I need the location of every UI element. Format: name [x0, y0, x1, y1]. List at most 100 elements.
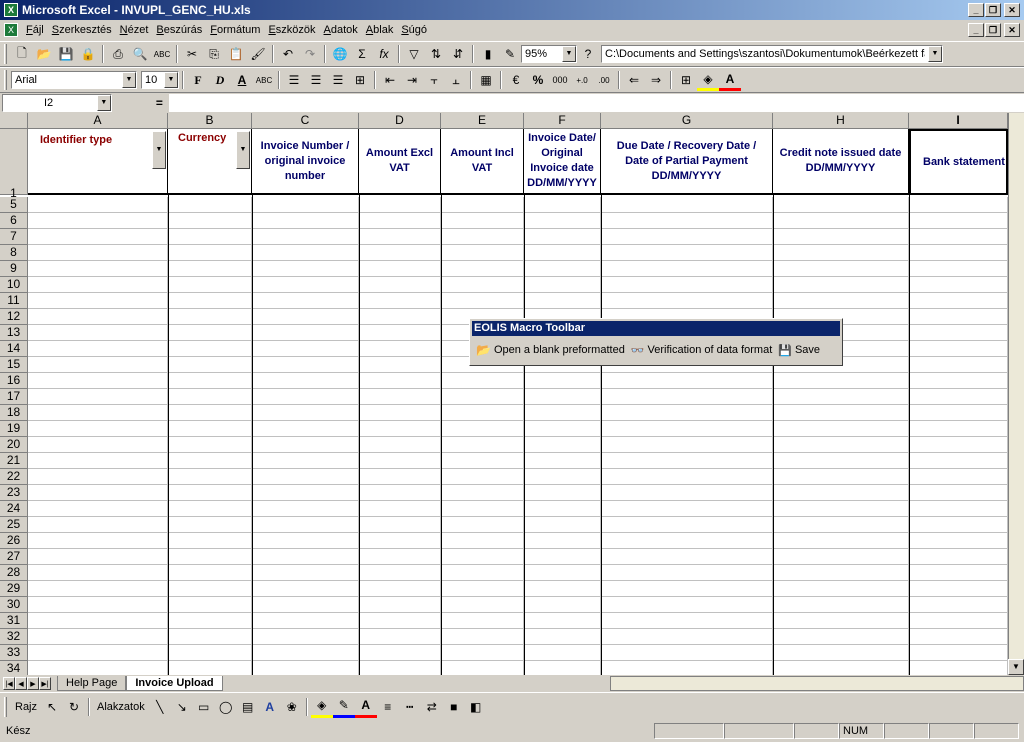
grid-cell[interactable] — [252, 309, 359, 325]
grid-cell[interactable] — [359, 421, 441, 437]
percent-button[interactable]: % — [527, 69, 549, 91]
grid-cell[interactable] — [773, 421, 909, 437]
row-header[interactable]: 7 — [0, 229, 28, 245]
grid-cell[interactable] — [909, 661, 1008, 675]
row-header[interactable]: 33 — [0, 645, 28, 661]
insert-cells-icon[interactable]: ⫟ — [423, 69, 445, 91]
grid-cell[interactable] — [773, 597, 909, 613]
grid-cell[interactable] — [909, 549, 1008, 565]
row-header-1[interactable]: 1 — [0, 129, 28, 200]
menu-tools[interactable]: Eszközök — [264, 24, 319, 36]
row-header[interactable]: 17 — [0, 389, 28, 405]
grid-cell[interactable] — [524, 533, 601, 549]
cut-icon[interactable]: ✂ — [181, 43, 203, 65]
grid-cell[interactable] — [601, 373, 773, 389]
sort-az-icon[interactable]: ⇅ — [425, 43, 447, 65]
grid-cell[interactable] — [168, 485, 252, 501]
grid-cell[interactable] — [909, 405, 1008, 421]
grid-cell[interactable] — [524, 213, 601, 229]
grid-cell[interactable] — [441, 581, 524, 597]
grid-cell[interactable] — [252, 661, 359, 675]
filter-icon[interactable]: ▽ — [403, 43, 425, 65]
save-icon[interactable]: 💾 — [55, 43, 77, 65]
header-credit-note-date[interactable]: Credit note issued date DD/MM/YYYY — [773, 129, 909, 195]
zoom-select[interactable]: 95% ▼ — [521, 45, 577, 63]
grid-cell[interactable] — [773, 229, 909, 245]
row-header[interactable]: 32 — [0, 629, 28, 645]
indent-right-icon[interactable]: ⇥ — [401, 69, 423, 91]
row-header[interactable]: 13 — [0, 325, 28, 341]
grid-cell[interactable] — [601, 229, 773, 245]
grid-cell[interactable] — [524, 437, 601, 453]
grid-cell[interactable] — [28, 597, 168, 613]
grid-cell[interactable] — [601, 277, 773, 293]
header-invoice-date[interactable]: Invoice Date/ Original Invoice date DD/M… — [524, 129, 601, 195]
grid-cell[interactable] — [909, 469, 1008, 485]
grid-cell[interactable] — [28, 261, 168, 277]
row-header[interactable]: 34 — [0, 661, 28, 675]
chevron-down-icon[interactable]: ▼ — [152, 131, 166, 169]
horizontal-scrollbar[interactable] — [610, 676, 1024, 691]
grid-cell[interactable] — [909, 245, 1008, 261]
grid-cell[interactable] — [441, 293, 524, 309]
header-amount-incl-vat[interactable]: Amount Incl VAT — [441, 129, 524, 195]
row-header[interactable]: 22 — [0, 469, 28, 485]
row-header[interactable]: 10 — [0, 277, 28, 293]
grid-cell[interactable] — [441, 485, 524, 501]
grid-cell[interactable] — [359, 293, 441, 309]
grid-cell[interactable] — [524, 245, 601, 261]
print-preview-icon[interactable]: 🔍 — [129, 43, 151, 65]
grid-cell[interactable] — [773, 581, 909, 597]
header-bank-statement[interactable]: Bank statement — [909, 129, 1008, 195]
grid-cell[interactable] — [909, 229, 1008, 245]
grid-cell[interactable] — [441, 565, 524, 581]
menu-help[interactable]: Súgó — [397, 24, 431, 36]
grid-cell[interactable] — [773, 517, 909, 533]
select-all-corner[interactable] — [0, 113, 28, 129]
row-header[interactable]: 8 — [0, 245, 28, 261]
grid-cell[interactable] — [773, 469, 909, 485]
grid-cell[interactable] — [252, 389, 359, 405]
grid-cell[interactable] — [28, 485, 168, 501]
grid-cell[interactable] — [909, 421, 1008, 437]
rotate-icon[interactable]: ↻ — [63, 696, 85, 718]
grid-cell[interactable] — [168, 517, 252, 533]
decrease-indent-icon[interactable]: ⇐ — [623, 69, 645, 91]
grid-cell[interactable] — [252, 293, 359, 309]
row-header[interactable]: 18 — [0, 405, 28, 421]
grid-cell[interactable] — [524, 421, 601, 437]
merge-center-icon[interactable]: ⊞ — [349, 69, 371, 91]
redo-icon[interactable]: ↷ — [299, 43, 321, 65]
borders-icon[interactable]: ⊞ — [675, 69, 697, 91]
grid-cell[interactable] — [359, 453, 441, 469]
grid-cell[interactable] — [524, 373, 601, 389]
spelling-small-icon[interactable]: ABC — [253, 69, 275, 91]
macro-save-button[interactable]: 💾 Save — [778, 344, 820, 357]
row-header[interactable]: 25 — [0, 517, 28, 533]
grid-cell[interactable] — [773, 629, 909, 645]
grid-cell[interactable] — [28, 213, 168, 229]
scroll-down-button[interactable]: ▼ — [1008, 659, 1024, 675]
copy-icon[interactable]: ⎘ — [203, 43, 225, 65]
drawing-icon[interactable]: ✎ — [499, 43, 521, 65]
rectangle-icon[interactable]: ▭ — [193, 696, 215, 718]
grid-cell[interactable] — [168, 581, 252, 597]
grid-cell[interactable] — [252, 613, 359, 629]
arrow-style-icon[interactable]: ⇄ — [421, 696, 443, 718]
grid-cell[interactable] — [359, 469, 441, 485]
grid-cell[interactable] — [359, 341, 441, 357]
macro-toolbar-title[interactable]: EOLIS Macro Toolbar — [472, 321, 840, 336]
row-header[interactable]: 5 — [0, 197, 28, 213]
chevron-down-icon[interactable]: ▼ — [562, 46, 576, 62]
column-header-c[interactable]: C — [252, 113, 359, 129]
grid-cell[interactable] — [359, 597, 441, 613]
row-header[interactable]: 23 — [0, 485, 28, 501]
grid-cell[interactable] — [909, 261, 1008, 277]
grid-cell[interactable] — [168, 341, 252, 357]
autosum-icon[interactable]: Σ — [351, 43, 373, 65]
grid-cell[interactable] — [168, 549, 252, 565]
grid-cell[interactable] — [441, 629, 524, 645]
grid-cell[interactable] — [441, 469, 524, 485]
close-button[interactable]: ✕ — [1004, 3, 1020, 17]
grid-cell[interactable] — [909, 485, 1008, 501]
